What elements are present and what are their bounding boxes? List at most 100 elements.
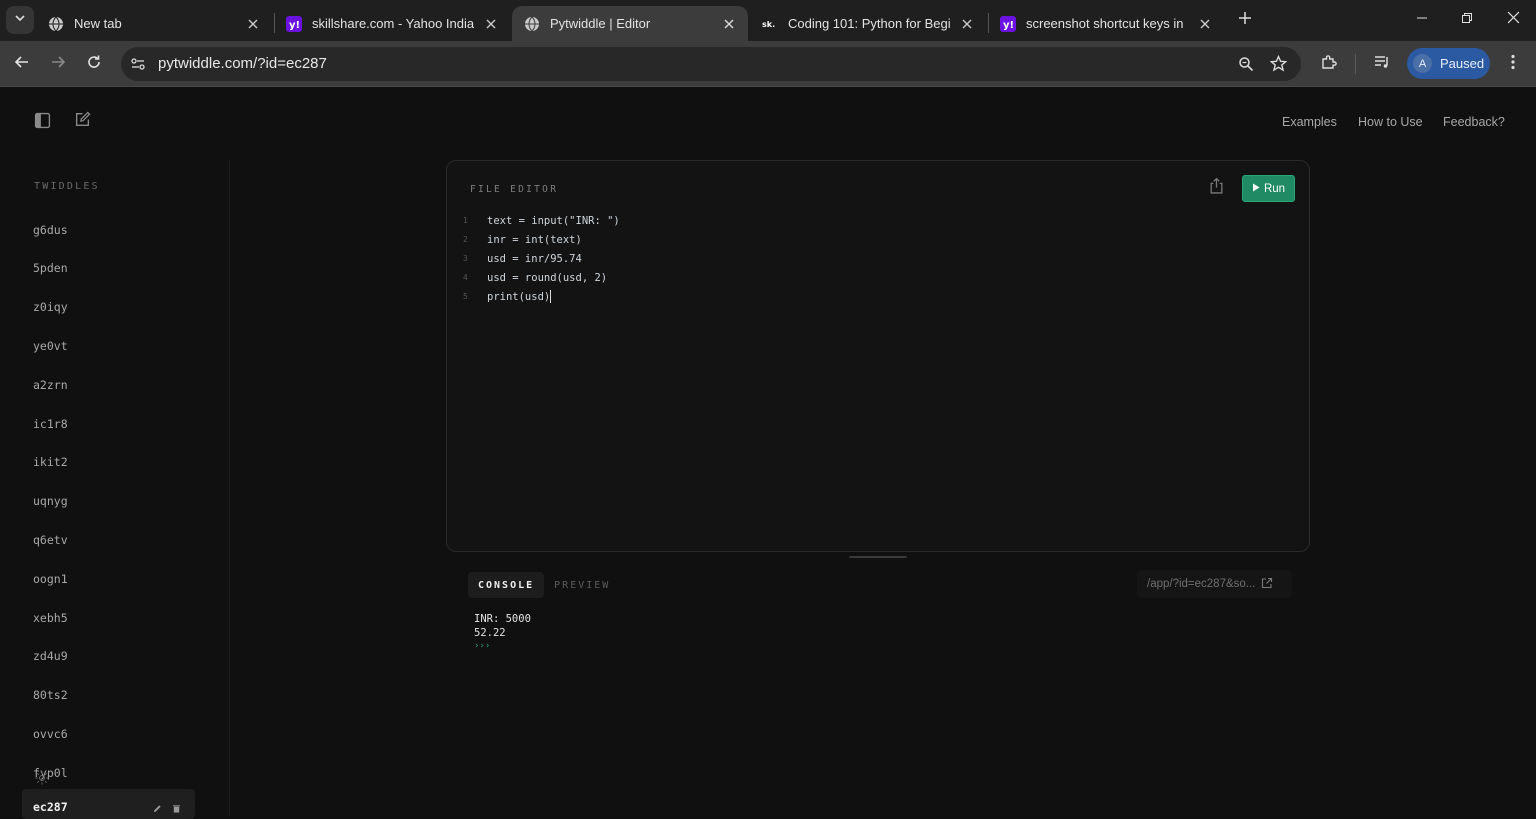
svg-text:y!: y! <box>289 20 300 31</box>
close-icon[interactable] <box>482 15 500 33</box>
more-vertical-icon <box>1511 54 1515 75</box>
sun-icon[interactable] <box>35 771 49 790</box>
line-number: 4 <box>463 273 468 282</box>
sidebar-item-a2zrn[interactable]: a2zrn <box>22 374 195 398</box>
close-icon[interactable] <box>244 15 262 33</box>
arrow-left-icon <box>14 54 30 75</box>
sidebar-item-ic1r8[interactable]: ic1r8 <box>22 413 195 437</box>
code-line: 3 usd = inr/95.74 <box>463 249 620 268</box>
address-bar[interactable]: pytwiddle.com/?id=ec287 <box>121 47 1301 81</box>
twiddles-sidebar: TWIDDLES g6dus 5pden z0iqy ye0vt a2zrn i… <box>0 160 230 819</box>
zoom-icon[interactable] <box>1238 56 1254 77</box>
tab-title: screenshot shortcut keys in lapt <box>1026 16 1188 31</box>
code-text: usd = round(usd, 2) <box>487 271 608 284</box>
globe-icon <box>524 16 540 32</box>
restore-button[interactable] <box>1452 6 1482 34</box>
forward-button[interactable] <box>44 50 72 78</box>
extensions-button[interactable] <box>1315 50 1343 78</box>
reload-button[interactable] <box>80 50 108 78</box>
tab-pytwiddle-editor[interactable]: Pytwiddle | Editor <box>512 6 748 41</box>
sidebar-item-xebh5[interactable]: xebh5 <box>22 607 195 631</box>
toggle-sidebar-button[interactable] <box>30 111 54 135</box>
close-icon[interactable] <box>958 15 976 33</box>
line-number: 2 <box>463 235 468 244</box>
close-icon[interactable] <box>720 15 738 33</box>
sidebar-item-ye0vt[interactable]: ye0vt <box>22 335 195 359</box>
sidebar-item-80ts2[interactable]: 80ts2 <box>22 684 195 708</box>
browser-toolbar: pytwiddle.com/?id=ec287 A Paused <box>0 41 1536 87</box>
profile-button[interactable]: A Paused <box>1407 48 1490 79</box>
preview-link[interactable]: /app/?id=ec287&so... <box>1137 570 1292 598</box>
pytwiddle-app: Examples How to Use Feedback? TWIDDLES g… <box>0 87 1536 819</box>
line-number: 3 <box>463 254 468 263</box>
plus-icon <box>1238 11 1252 30</box>
back-button[interactable] <box>8 50 36 78</box>
tab-console[interactable]: CONSOLE <box>468 572 545 598</box>
close-icon <box>1507 11 1520 29</box>
code-editor[interactable]: 1 text = input("INR: ") 2 inr = int(text) … <box>463 211 620 306</box>
edit-icon <box>74 111 91 133</box>
code-text: print(usd) <box>487 290 551 303</box>
sidebar-item-oogn1[interactable]: oogn1 <box>22 568 195 592</box>
sidebar-heading: TWIDDLES <box>34 181 100 192</box>
tab-screenshot-shortcut[interactable]: y! screenshot shortcut keys in lapt <box>988 6 1224 41</box>
share-button[interactable] <box>1205 177 1227 199</box>
line-number: 5 <box>463 292 468 301</box>
tab-new-tab[interactable]: New tab <box>36 6 272 41</box>
tab-skillshare-yahoo[interactable]: y! skillshare.com - Yahoo India Se <box>274 6 510 41</box>
chevron-down-icon <box>14 11 26 29</box>
new-twiddle-button[interactable] <box>70 110 94 134</box>
tab-title: Coding 101: Python for Beginne <box>788 16 950 31</box>
file-editor-label: FILE EDITOR <box>470 184 559 195</box>
sidebar-item-uqnyg[interactable]: uqnyg <box>22 490 195 514</box>
run-button[interactable]: Run <box>1242 175 1295 202</box>
toolbar-divider <box>1355 54 1356 74</box>
sidebar-item-ovvc6[interactable]: ovvc6 <box>22 723 195 747</box>
minimize-button[interactable] <box>1407 6 1437 34</box>
close-window-button[interactable] <box>1498 6 1528 34</box>
console-prompt[interactable]: ››› <box>474 641 531 655</box>
tab-preview[interactable]: PREVIEW <box>544 572 620 598</box>
url-text[interactable]: pytwiddle.com/?id=ec287 <box>158 55 327 72</box>
sidebar-item-label: ec287 <box>33 800 68 814</box>
tab-strip: New tab y! skillshare.com - Yahoo India … <box>0 0 1536 41</box>
tab-coding-101[interactable]: sk. Coding 101: Python for Beginne <box>750 6 986 41</box>
run-button-label: Run <box>1263 182 1286 195</box>
text-cursor <box>550 290 552 303</box>
sidebar-item-z0iqy[interactable]: z0iqy <box>22 296 195 320</box>
line-number: 1 <box>463 216 468 225</box>
code-line: 4 usd = round(usd, 2) <box>463 268 620 287</box>
rename-icon[interactable] <box>153 802 162 816</box>
tab-search-button[interactable] <box>6 6 34 34</box>
reload-icon <box>86 54 102 75</box>
profile-status: Paused <box>1440 56 1485 71</box>
nav-examples[interactable]: Examples <box>1282 115 1337 129</box>
resize-handle[interactable] <box>849 556 907 558</box>
sidebar-item-ec287[interactable]: ec287 <box>22 789 195 819</box>
sidebar-item-ikit2[interactable]: ikit2 <box>22 451 195 475</box>
media-control-button[interactable] <box>1368 50 1396 78</box>
bookmark-star-icon[interactable] <box>1269 54 1288 77</box>
yahoo-icon: y! <box>286 15 302 32</box>
nav-how-to-use[interactable]: How to Use <box>1358 115 1423 129</box>
sidebar-item-5pden[interactable]: 5pden <box>22 257 195 281</box>
svg-text:y!: y! <box>1003 20 1014 31</box>
close-icon[interactable] <box>1196 15 1214 33</box>
code-line: 1 text = input("INR: ") <box>463 211 620 230</box>
browser-menu-button[interactable] <box>1499 50 1527 78</box>
puzzle-icon <box>1320 53 1338 76</box>
new-tab-button[interactable] <box>1234 9 1256 31</box>
file-editor-panel: FILE EDITOR Run 1 text = input("INR: ") 2… <box>446 160 1310 552</box>
tab-title: Pytwiddle | Editor <box>550 16 651 31</box>
play-icon <box>1252 183 1260 195</box>
nav-feedback[interactable]: Feedback? <box>1443 115 1505 129</box>
site-settings-icon[interactable] <box>130 56 146 77</box>
sidebar-item-zd4u9[interactable]: zd4u9 <box>22 645 195 669</box>
sidebar-item-q6etv[interactable]: q6etv <box>22 529 195 553</box>
sidebar-item-g6dus[interactable]: g6dus <box>22 219 195 243</box>
code-text: inr = int(text) <box>487 233 582 246</box>
svg-text:sk.: sk. <box>762 20 775 29</box>
share-icon <box>1209 177 1224 199</box>
code-line: 2 inr = int(text) <box>463 230 620 249</box>
trash-icon[interactable] <box>172 802 181 816</box>
